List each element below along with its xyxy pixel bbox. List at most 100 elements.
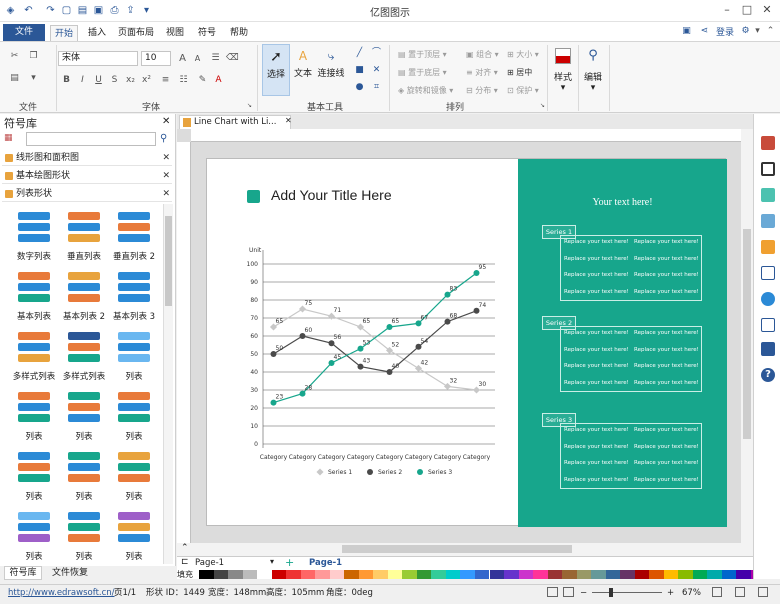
color-swatch[interactable]: [634, 570, 650, 579]
library-shape-item[interactable]: 列表: [108, 388, 160, 442]
color-palette[interactable]: 填充: [177, 570, 780, 579]
rectangle-icon[interactable]: ■: [354, 65, 365, 76]
color-swatch[interactable]: [518, 570, 534, 579]
color-swatch[interactable]: [445, 570, 461, 579]
presentation-icon[interactable]: [735, 587, 745, 597]
series-text-box[interactable]: Replace your text here! Replace your text…: [560, 235, 702, 301]
page-tool-icon[interactable]: [761, 266, 775, 280]
library-shape-item[interactable]: 列表: [58, 508, 110, 562]
library-shape-item[interactable]: 列表: [58, 388, 110, 442]
line-tool-icon[interactable]: [761, 162, 775, 176]
login-link[interactable]: 登录: [713, 25, 737, 41]
line-icon[interactable]: ╱: [354, 48, 365, 59]
website-link[interactable]: http://www.edrawsoft.cn/: [8, 586, 115, 601]
underline-icon[interactable]: U: [93, 75, 104, 86]
color-swatch[interactable]: [431, 570, 446, 579]
superscript-icon[interactable]: x²: [141, 75, 152, 86]
vertical-scrollbar[interactable]: [741, 129, 753, 543]
color-swatch[interactable]: [257, 570, 272, 579]
tab-symbols[interactable]: 符号: [196, 25, 218, 41]
library-shape-item[interactable]: 基本列表 2: [58, 268, 110, 322]
panel-title[interactable]: Your text here!: [518, 197, 727, 208]
color-swatch[interactable]: [547, 570, 563, 579]
align-icon[interactable]: ≡: [160, 75, 171, 86]
color-swatch[interactable]: [591, 570, 606, 579]
library-scrollbar[interactable]: [163, 204, 173, 564]
text-panel[interactable]: Your text here! Series 1 Replace your tex…: [518, 159, 727, 527]
library-category-line-area[interactable]: 线形图和面积图 ✕: [2, 150, 172, 166]
protect-button[interactable]: ⊡ 保护 ▾: [507, 85, 539, 96]
color-swatch[interactable]: [242, 570, 258, 579]
center-button[interactable]: ⊞ 居中: [507, 67, 532, 78]
minimize-icon[interactable]: –: [718, 2, 736, 18]
line-chart[interactable]: 0102030405060708090100UnitCategory Catego…: [235, 244, 535, 484]
library-shape-item[interactable]: 列表: [58, 448, 110, 502]
search-icon[interactable]: ⚲: [160, 133, 167, 144]
color-swatch[interactable]: [533, 570, 548, 579]
library-shape-item[interactable]: 垂直列表 2: [108, 208, 160, 262]
tab-file[interactable]: 文件: [3, 24, 45, 41]
active-page-tab[interactable]: Page-1: [309, 558, 342, 568]
tab-home[interactable]: 开始: [50, 25, 78, 41]
library-shape-item[interactable]: 基本列表 3: [108, 268, 160, 322]
italic-icon[interactable]: I: [77, 75, 88, 86]
tab-file-recovery[interactable]: 文件恢复: [48, 566, 92, 580]
style-button[interactable]: 样式 ▾: [550, 46, 576, 100]
color-swatch[interactable]: [344, 570, 359, 579]
font-dialog-icon[interactable]: ↘: [244, 100, 255, 111]
library-shape-item[interactable]: 列表: [8, 508, 60, 562]
highlight-icon[interactable]: ✎: [197, 75, 208, 86]
color-swatch[interactable]: [271, 570, 287, 579]
maximize-icon[interactable]: □: [738, 2, 756, 18]
library-shape-item[interactable]: 数字列表: [8, 208, 60, 262]
color-swatch[interactable]: [576, 570, 592, 579]
color-swatch[interactable]: [402, 570, 417, 579]
edit-button[interactable]: ⚲ 编辑 ▾: [580, 46, 606, 100]
series-text-box[interactable]: Replace your text here! Replace your text…: [560, 423, 702, 489]
format-painter-icon[interactable]: ▾: [28, 73, 39, 84]
color-swatch[interactable]: [416, 570, 432, 579]
grow-font-icon[interactable]: A: [177, 53, 188, 64]
share-icon[interactable]: ⋖: [699, 26, 710, 37]
tab-symbol-library[interactable]: 符号库: [4, 566, 42, 580]
size-button[interactable]: ⊞ 大小 ▾: [507, 49, 539, 60]
rotate-mirror-button[interactable]: ◈ 旋转和镜像 ▾: [398, 85, 453, 96]
color-swatch[interactable]: [199, 570, 214, 579]
canvas-area[interactable]: Add Your Title Here 0 10 20 30 40 50 60 70 80 90 1…: [177, 129, 753, 543]
send-to-back-button[interactable]: ▤ 置于底层 ▾: [398, 67, 447, 78]
color-swatch[interactable]: [605, 570, 621, 579]
font-size-select[interactable]: 10: [141, 51, 171, 66]
zoom-in-icon[interactable]: +: [667, 586, 674, 601]
zoom-slider[interactable]: [592, 592, 662, 593]
subscript-icon[interactable]: x₂: [125, 75, 136, 86]
document-tool-icon[interactable]: [761, 318, 775, 332]
library-shape-item[interactable]: 列表: [108, 448, 160, 502]
search-input[interactable]: [26, 132, 156, 146]
close-tab-icon[interactable]: ✕: [285, 116, 292, 125]
fit-page-icon[interactable]: [547, 587, 558, 597]
help-icon[interactable]: ?: [761, 368, 775, 382]
tab-help[interactable]: 帮助: [228, 25, 250, 41]
paste-icon[interactable]: ▤: [9, 73, 20, 84]
shrink-font-icon[interactable]: A: [192, 53, 203, 64]
color-swatch[interactable]: [707, 570, 722, 579]
color-swatch[interactable]: [474, 570, 490, 579]
ellipse-icon[interactable]: ●: [354, 82, 365, 93]
collapse-ribbon-icon[interactable]: ⌃: [765, 26, 776, 37]
color-swatch[interactable]: [286, 570, 301, 579]
strikethrough-icon[interactable]: S: [109, 75, 120, 86]
library-shape-item[interactable]: 基本列表: [8, 268, 60, 322]
crop-icon[interactable]: ⌗: [371, 82, 382, 93]
color-swatch[interactable]: [460, 570, 475, 579]
fill-tool-icon[interactable]: [761, 136, 775, 150]
color-swatch[interactable]: [678, 570, 693, 579]
page-dropdown-icon[interactable]: ▾: [270, 557, 274, 566]
settings-icon[interactable]: ⚙: [740, 26, 751, 37]
color-swatch[interactable]: [315, 570, 330, 579]
tab-insert[interactable]: 插入: [86, 25, 108, 41]
page-tab-label[interactable]: Page-1: [195, 558, 224, 568]
library-category-basic-shapes[interactable]: 基本绘图形状 ✕: [2, 168, 172, 184]
color-swatch[interactable]: [692, 570, 708, 579]
curve-icon[interactable]: ⌒: [371, 48, 382, 59]
screen-icon[interactable]: ▣: [681, 26, 692, 37]
